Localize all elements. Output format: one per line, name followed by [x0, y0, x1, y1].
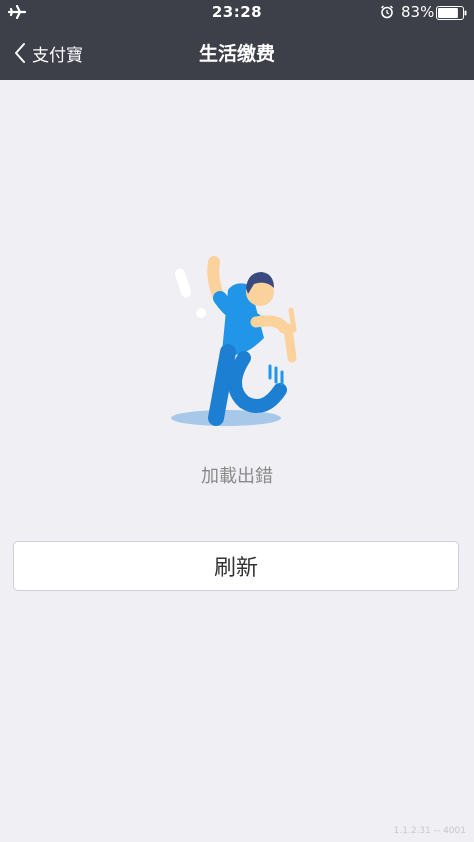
- refresh-button[interactable]: 刷新: [13, 541, 459, 591]
- version-label: 1.1.2.31 -- 4001: [393, 826, 466, 836]
- page-title: 生活缴费: [198, 43, 275, 65]
- status-bar: 23:28 83%: [0, 0, 474, 26]
- battery-icon: [436, 6, 467, 20]
- battery-percentage: 83%: [401, 3, 435, 21]
- error-message: 加載出錯: [201, 466, 273, 487]
- error-illustration: [171, 256, 297, 426]
- app-header: 23:28 83% 支付寶 生活缴费: [0, 0, 474, 80]
- alarm-clock-icon: [380, 5, 394, 19]
- navigation-bar: 支付寶 生活缴费: [0, 26, 474, 80]
